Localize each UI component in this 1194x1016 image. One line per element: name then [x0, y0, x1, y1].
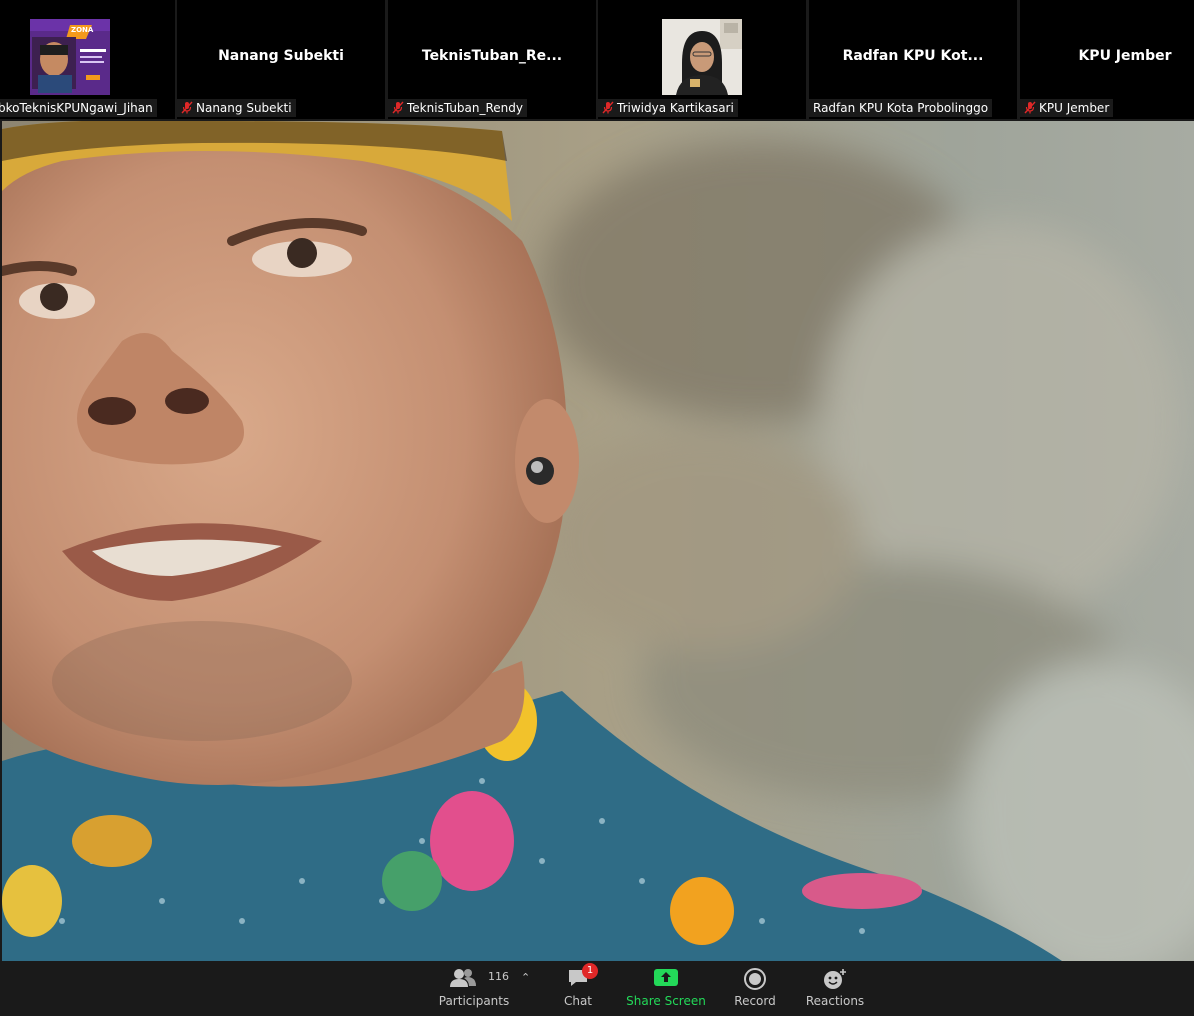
participant-tile[interactable]: ZONA bkoTeknisKPUNgawi_Jihan [0, 0, 175, 119]
active-speaker-video[interactable] [2, 121, 1194, 961]
muted-mic-icon [1024, 101, 1036, 114]
participant-name-label: TeknisTuban_Rendy [388, 99, 528, 117]
participant-name-label: bkoTeknisKPUNgawi_Jihan [0, 99, 157, 117]
thumb-badge-text: ZONA [71, 26, 94, 34]
participants-button[interactable]: 116 Participants [436, 961, 512, 1016]
participant-display-name: TeknisTuban_Re... [421, 48, 563, 64]
share-screen-button[interactable]: Share Screen [622, 961, 710, 1016]
participant-name-text: Triwidya Kartikasari [617, 101, 734, 115]
reactions-icon [824, 969, 846, 989]
participant-tile[interactable]: TeknisTuban_Re... TeknisTuban_Rendy [388, 0, 596, 119]
participant-count: 116 [488, 970, 509, 983]
participant-name-text: KPU Jember [1039, 101, 1110, 115]
chat-button[interactable]: 1 Chat [553, 961, 603, 1016]
muted-mic-icon [181, 101, 193, 114]
record-icon [744, 968, 766, 990]
share-screen-icon [654, 969, 678, 986]
meeting-toolbar: 116 Participants ⌃ 1 Chat Share Screen R… [0, 961, 1194, 1016]
participant-name-label: Nanang Subekti [177, 99, 296, 117]
participant-name-text: TeknisTuban_Rendy [407, 101, 524, 115]
gallery-strip: ZONA bkoTeknisKPUNgawi_Jihan Nanang Sube… [0, 0, 1194, 121]
participant-tile[interactable]: Radfan KPU Kot... Radfan KPU Kota Probol… [809, 0, 1017, 119]
participant-display-name: KPU Jember [1078, 48, 1172, 64]
participant-display-name: Nanang Subekti [218, 48, 344, 64]
participant-name-text: Nanang Subekti [196, 101, 292, 115]
participant-tile[interactable]: Triwidya Kartikasari [598, 0, 806, 119]
speaker-video-frame [2, 121, 1194, 961]
record-button[interactable]: Record [728, 961, 782, 1016]
chat-label: Chat [563, 994, 593, 1008]
reactions-button[interactable]: Reactions [802, 961, 868, 1016]
participant-name-text: Radfan KPU Kota Probolinggo [813, 101, 989, 115]
chat-unread-badge: 1 [582, 963, 598, 979]
participant-name-label: Radfan KPU Kota Probolinggo [809, 99, 993, 117]
participant-name-text: bkoTeknisKPUNgawi_Jihan [0, 101, 153, 115]
participants-menu-caret[interactable]: ⌃ [516, 961, 536, 1016]
share-screen-label: Share Screen [626, 994, 706, 1008]
participant-name-label: Triwidya Kartikasari [598, 99, 738, 117]
muted-mic-icon [392, 101, 404, 114]
participant-tile[interactable]: KPU Jember KPU Jember [1020, 0, 1194, 119]
participant-tile[interactable]: Nanang Subekti Nanang Subekti [177, 0, 385, 119]
reactions-label: Reactions [805, 994, 865, 1008]
participant-name-label: KPU Jember [1020, 99, 1114, 117]
participants-label: Participants [438, 994, 510, 1008]
participant-video-thumbnail: ZONA [30, 19, 110, 95]
chevron-up-icon: ⌃ [521, 971, 531, 984]
record-label: Record [734, 994, 776, 1008]
muted-mic-icon [602, 101, 614, 114]
participant-video-thumbnail [662, 19, 742, 95]
participants-icon [450, 969, 477, 987]
participant-display-name: Radfan KPU Kot... [842, 48, 984, 64]
